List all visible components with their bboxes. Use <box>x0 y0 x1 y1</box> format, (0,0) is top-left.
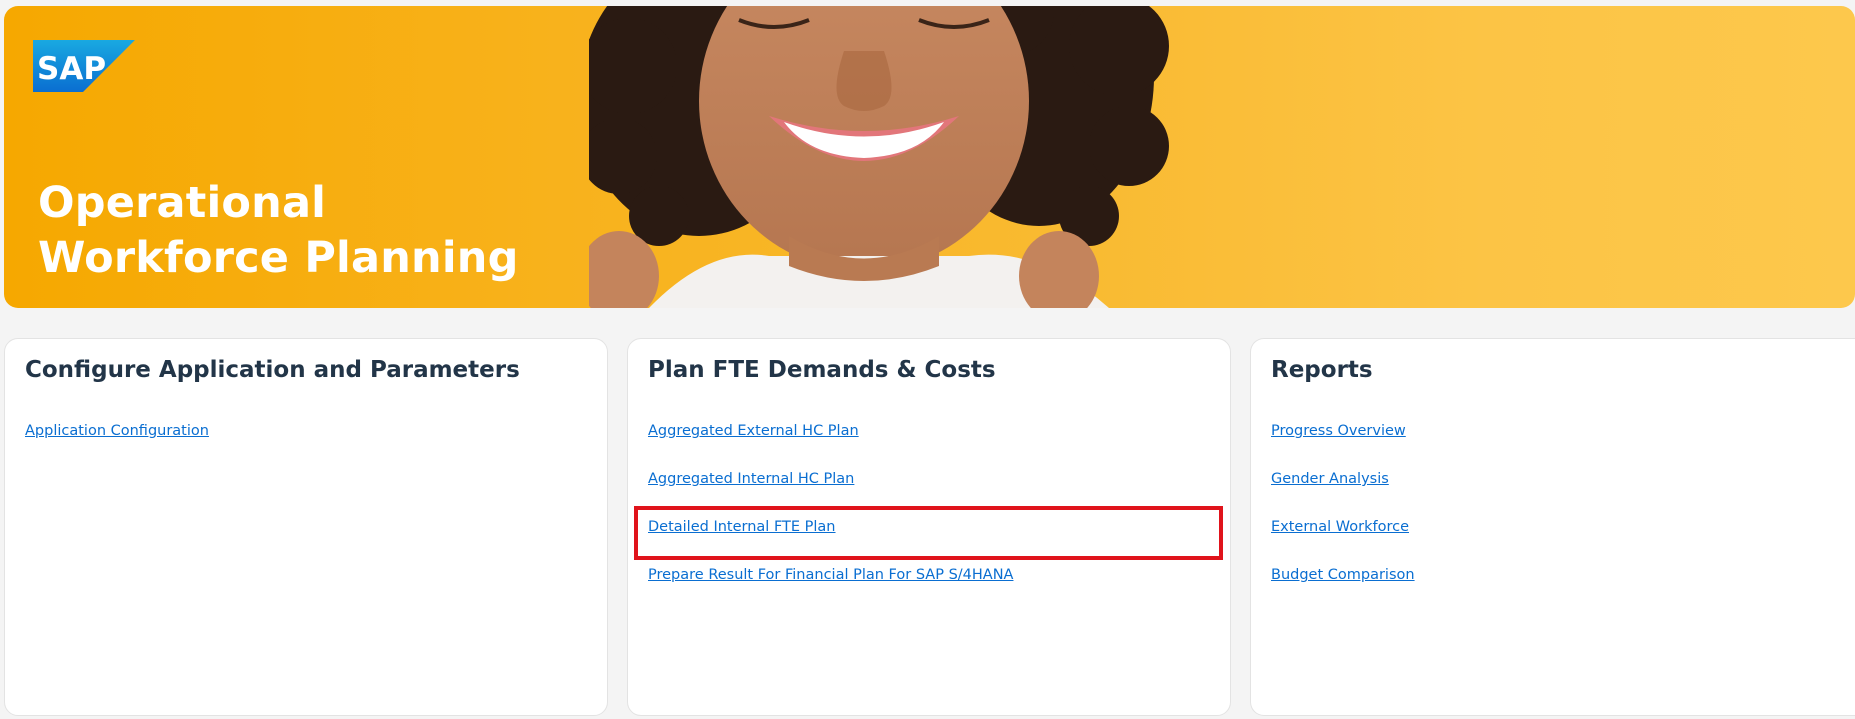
card-title-configure: Configure Application and Parameters <box>25 357 520 383</box>
link-list-plan-fte: Aggregated External HC Plan Aggregated I… <box>648 422 1013 614</box>
hero-banner: SAP Operational Workforce Planning <box>4 6 1855 308</box>
link-prepare-result-financial-plan[interactable]: Prepare Result For Financial Plan For SA… <box>648 567 1013 583</box>
link-aggregated-internal-hc-plan[interactable]: Aggregated Internal HC Plan <box>648 471 854 487</box>
list-item: Aggregated Internal HC Plan <box>648 470 1013 518</box>
list-item: External Workforce <box>1271 518 1415 566</box>
card-reports: Reports Progress Overview Gender Analysi… <box>1250 338 1855 716</box>
svg-text:SAP: SAP <box>37 51 106 87</box>
page-title-line-1: Operational <box>38 178 327 228</box>
page-title: Operational Workforce Planning <box>38 176 519 286</box>
link-application-configuration[interactable]: Application Configuration <box>25 423 209 439</box>
card-configure: Configure Application and Parameters App… <box>4 338 608 716</box>
link-detailed-internal-fte-plan[interactable]: Detailed Internal FTE Plan <box>648 519 836 535</box>
page-title-line-2: Workforce Planning <box>38 233 519 283</box>
card-plan-fte: Plan FTE Demands & Costs Aggregated Exte… <box>627 338 1231 716</box>
link-progress-overview[interactable]: Progress Overview <box>1271 423 1406 439</box>
list-item: Progress Overview <box>1271 422 1415 470</box>
link-aggregated-external-hc-plan[interactable]: Aggregated External HC Plan <box>648 423 859 439</box>
card-title-reports: Reports <box>1271 357 1373 383</box>
link-budget-comparison[interactable]: Budget Comparison <box>1271 567 1415 583</box>
list-item: Application Configuration <box>25 422 209 470</box>
list-item: Aggregated External HC Plan <box>648 422 1013 470</box>
list-item: Budget Comparison <box>1271 566 1415 614</box>
list-item: Prepare Result For Financial Plan For SA… <box>648 566 1013 614</box>
list-item: Gender Analysis <box>1271 470 1415 518</box>
card-title-plan-fte: Plan FTE Demands & Costs <box>648 357 996 383</box>
list-item: Detailed Internal FTE Plan <box>648 518 1013 566</box>
link-external-workforce[interactable]: External Workforce <box>1271 519 1409 535</box>
link-list-configure: Application Configuration <box>25 422 209 470</box>
hero-photo <box>589 6 1169 308</box>
sap-logo-icon: SAP <box>33 40 135 92</box>
link-list-reports: Progress Overview Gender Analysis Extern… <box>1271 422 1415 614</box>
link-gender-analysis[interactable]: Gender Analysis <box>1271 471 1389 487</box>
